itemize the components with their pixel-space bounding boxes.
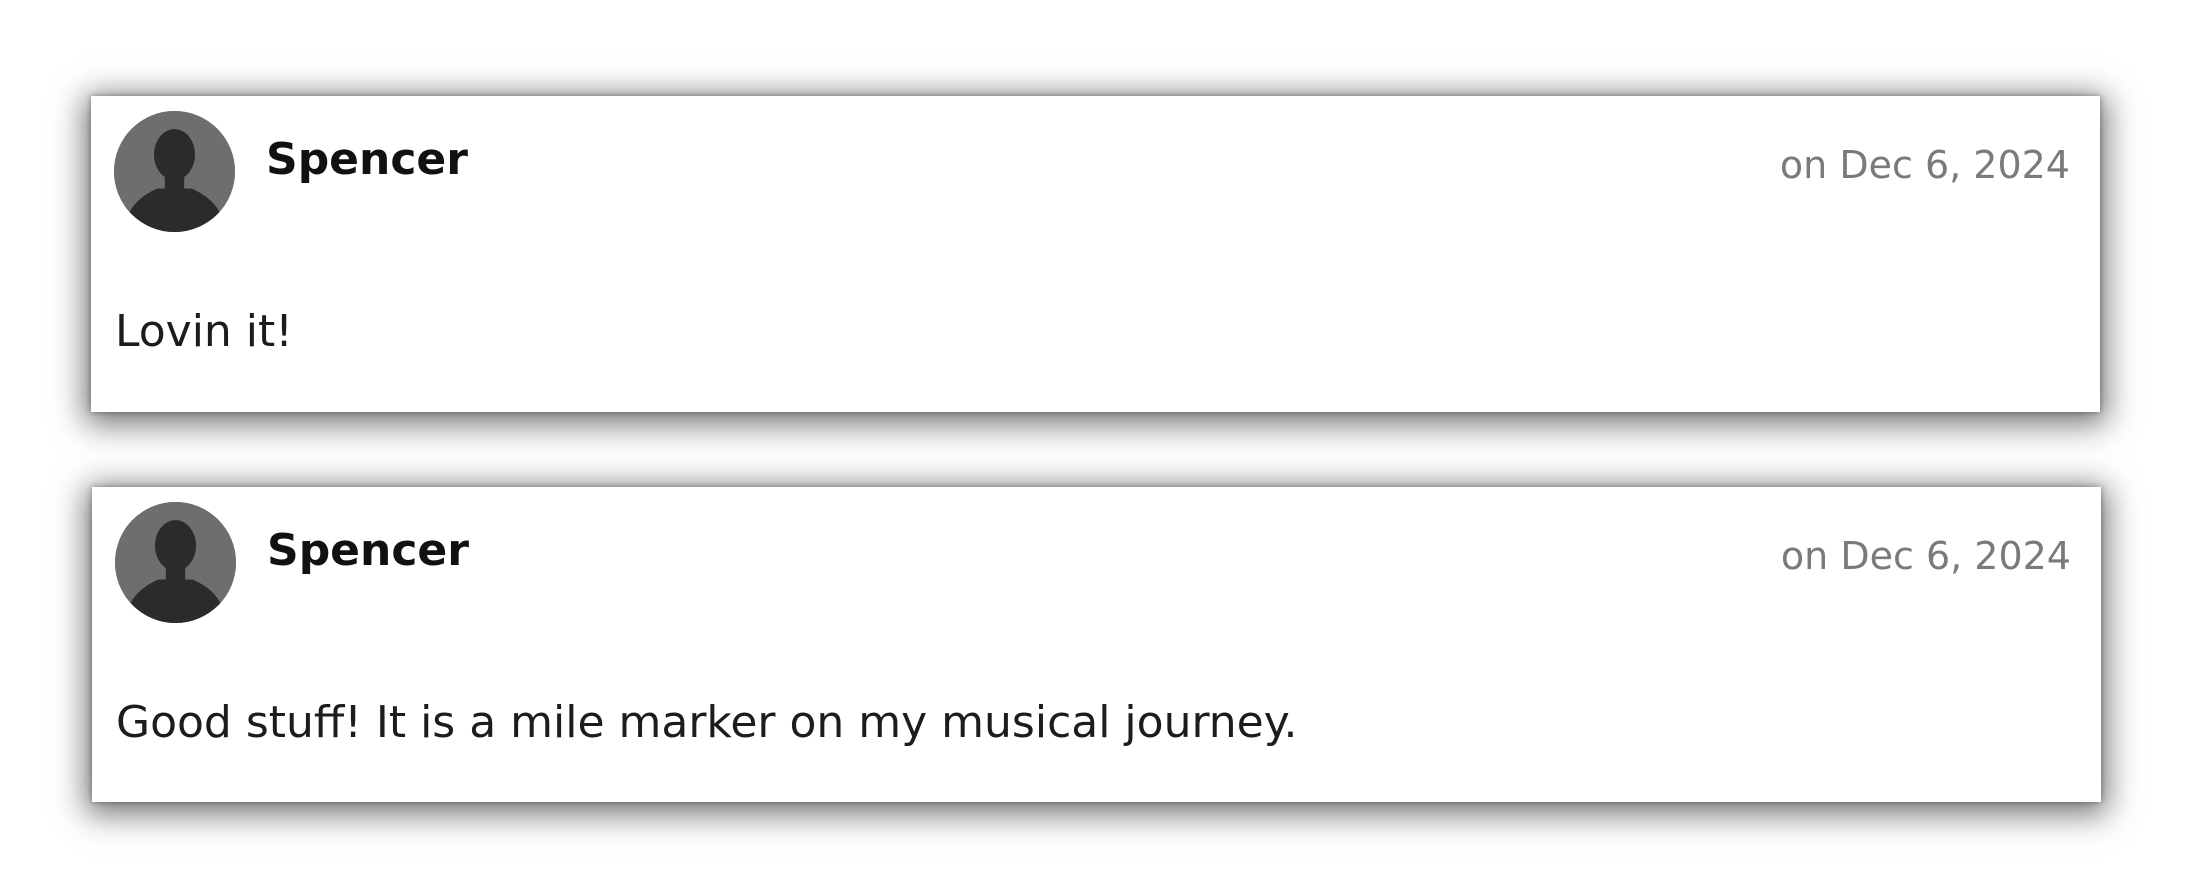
comment-card: Spencer on Dec 6, 2024 Lovin it! <box>91 96 2100 412</box>
comment-card: Spencer on Dec 6, 2024 Good stuff! It is… <box>92 487 2101 802</box>
avatar[interactable] <box>115 502 236 623</box>
comment-author[interactable]: Spencer <box>266 138 468 182</box>
avatar[interactable] <box>114 111 235 232</box>
comment-text: Lovin it! <box>115 306 293 357</box>
comment-date: on Dec 6, 2024 <box>1780 534 2071 578</box>
user-silhouette-icon <box>115 502 236 623</box>
comment-date: on Dec 6, 2024 <box>1779 143 2070 187</box>
comment-text: Good stuff! It is a mile marker on my mu… <box>116 697 1298 748</box>
comment-author[interactable]: Spencer <box>267 529 469 573</box>
user-silhouette-icon <box>114 111 235 232</box>
